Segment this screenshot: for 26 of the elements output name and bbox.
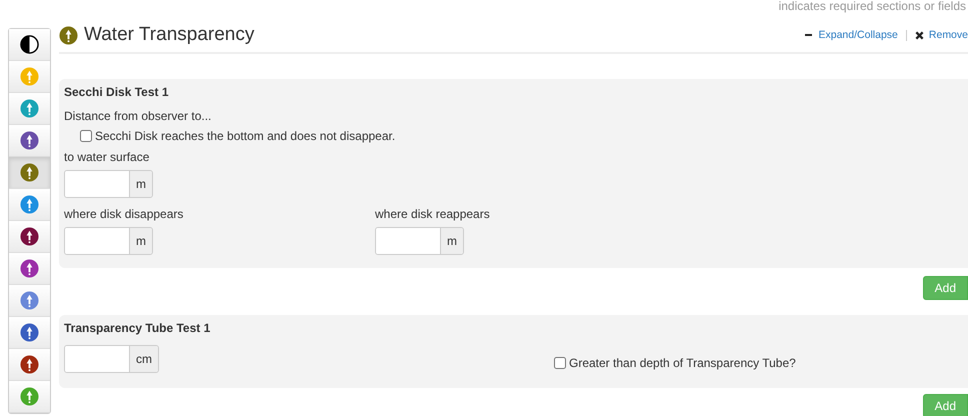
remove-link[interactable]: Remove <box>928 29 968 41</box>
badge-icon <box>59 26 78 44</box>
checkbox[interactable] <box>554 356 566 368</box>
sidebar-button[interactable] <box>9 29 50 61</box>
number-field[interactable]: cm <box>64 345 159 373</box>
number-field[interactable]: m <box>64 170 153 198</box>
minus-icon <box>804 34 812 36</box>
unit-label: m <box>129 228 152 254</box>
unit-label: m <box>129 171 152 197</box>
checkbox-label: Secchi Disk reaches the bottom and does not disappear. <box>95 129 396 143</box>
field-label: where disk reappears <box>375 207 491 221</box>
required-notice: indicates required sections or fields <box>778 0 967 12</box>
field-label: where disk disappears <box>64 207 184 221</box>
field-label: to water surface <box>64 150 150 164</box>
intro-text: Distance from observer to... <box>64 109 212 123</box>
expand-collapse-link[interactable]: Expand/Collapse <box>818 29 898 41</box>
panel-title: Transparency Tube Test 1 <box>64 321 212 335</box>
unit-label: cm <box>129 346 158 372</box>
checkbox-label: Greater than depth of Transparency Tube? <box>569 356 796 370</box>
unit-label: m <box>440 228 463 254</box>
close-icon <box>914 30 924 40</box>
number-field[interactable]: m <box>375 227 464 255</box>
checkbox[interactable] <box>80 130 92 142</box>
section-title: Water Transparency <box>84 24 254 46</box>
panel-title: Secchi Disk Test 1 <box>64 85 170 99</box>
number-field[interactable]: m <box>64 227 153 255</box>
